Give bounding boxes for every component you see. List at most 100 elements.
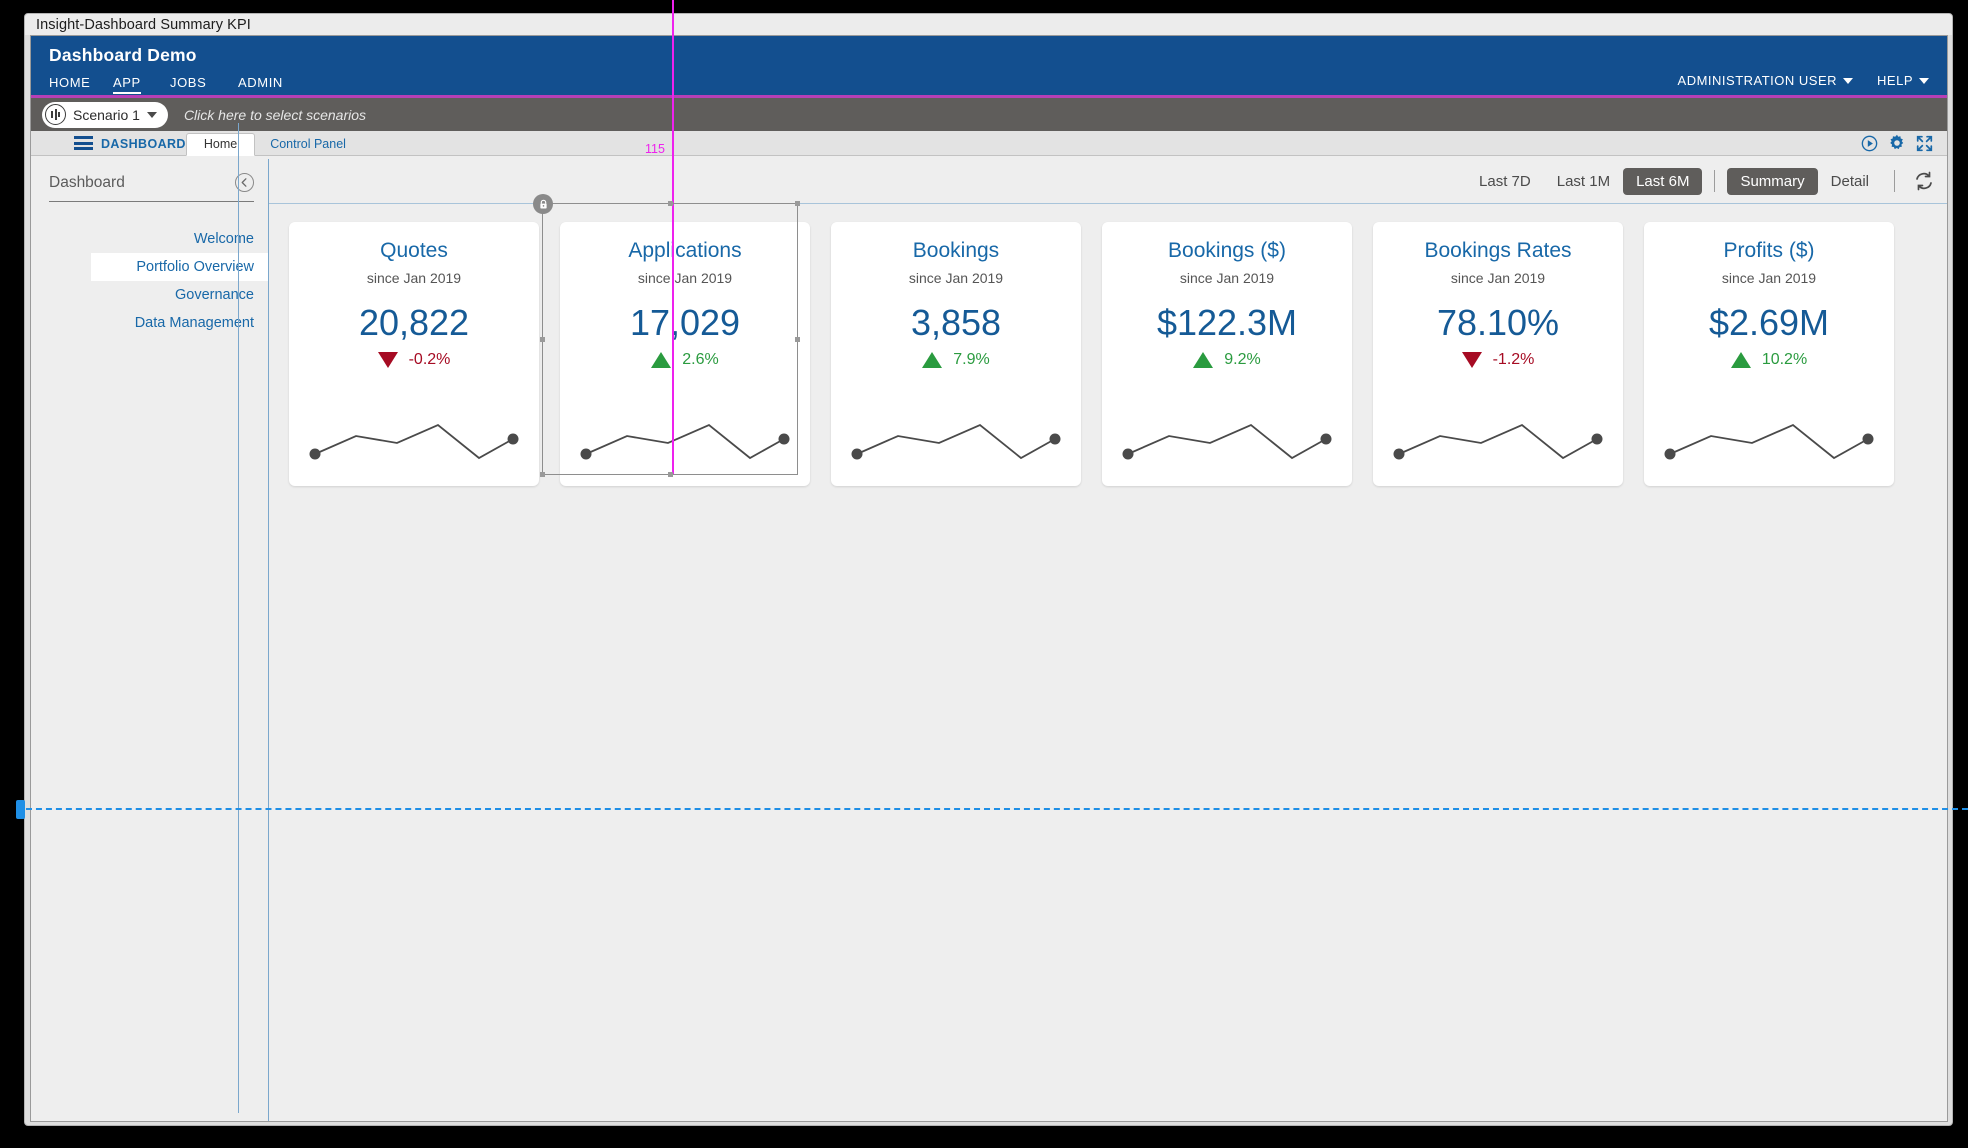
kpi-title: Quotes: [289, 239, 539, 262]
nav-item-jobs-label: JOBS: [170, 75, 206, 90]
window-titlebar: Insight-Dashboard Summary KPI: [25, 14, 1952, 35]
refresh-icon[interactable]: [1913, 170, 1935, 192]
kpi-card-bookings-rates[interactable]: Bookings Rates since Jan 2019 78.10% -1.…: [1373, 222, 1623, 486]
kpi-value: 17,029: [560, 304, 810, 342]
kpi-delta-value: 9.2%: [1224, 351, 1260, 369]
vertical-guide-label: 115: [645, 142, 665, 156]
nav-item-admin-label: ADMIN: [238, 75, 283, 90]
sparkline-chart: [1656, 406, 1882, 468]
kpi-card-row: Quotes since Jan 2019 20,822 -0.2%: [269, 204, 1948, 486]
nav-item-home[interactable]: HOME: [49, 73, 113, 98]
sparkline-chart: [1114, 406, 1340, 468]
kpi-title: Bookings: [831, 239, 1081, 262]
kpi-subtitle: since Jan 2019: [1644, 270, 1894, 286]
sidebar-title: Dashboard: [49, 174, 125, 192]
view-detail[interactable]: Detail: [1818, 168, 1882, 195]
sidebar-item-governance[interactable]: Governance: [31, 281, 268, 309]
range-last-7d[interactable]: Last 7D: [1466, 168, 1544, 195]
tab-home[interactable]: Home: [186, 133, 255, 156]
sidebar-item-portfolio-overview[interactable]: Portfolio Overview: [91, 253, 268, 281]
toolbar-divider: [1894, 170, 1895, 192]
gear-icon[interactable]: [1888, 134, 1906, 152]
nav-item-admin[interactable]: ADMIN: [238, 73, 308, 98]
chevron-down-icon: [1843, 78, 1853, 84]
scenario-hint-text[interactable]: Click here to select scenarios: [184, 107, 366, 123]
tabstrip-icon-group: [1861, 134, 1933, 152]
kpi-delta-value: 2.6%: [682, 351, 718, 369]
arrow-up-icon: [1193, 352, 1213, 368]
module-tabstrip: DASHBOARD Home Control Panel: [31, 131, 1947, 156]
fullscreen-icon[interactable]: [1916, 135, 1933, 152]
kpi-card-quotes[interactable]: Quotes since Jan 2019 20,822 -0.2%: [289, 222, 539, 486]
horizontal-dashed-guide: [16, 808, 1968, 810]
sparkline-chart: [843, 406, 1069, 468]
arrow-down-icon: [1462, 352, 1482, 368]
kpi-subtitle: since Jan 2019: [831, 270, 1081, 286]
scenario-name-label: Scenario 1: [73, 107, 140, 123]
nav-right-group: ADMINISTRATION USER HELP: [1678, 73, 1929, 88]
sidebar-item-list: Welcome Portfolio Overview Governance Da…: [31, 225, 268, 337]
kpi-card-bookings[interactable]: Bookings since Jan 2019 3,858 7.9%: [831, 222, 1081, 486]
toolbar-divider: [1714, 170, 1715, 192]
sparkline-chart: [1385, 406, 1611, 468]
kpi-delta: 7.9%: [831, 351, 1081, 369]
kpi-card-applications[interactable]: Applications since Jan 2019 17,029 2.6%: [560, 222, 810, 486]
chevron-down-icon: [1919, 78, 1929, 84]
kpi-card-profits[interactable]: Profits ($) since Jan 2019 $2.69M 10.2%: [1644, 222, 1894, 486]
kpi-subtitle: since Jan 2019: [1102, 270, 1352, 286]
nav-item-jobs[interactable]: JOBS: [170, 73, 238, 98]
kpi-value: $122.3M: [1102, 304, 1352, 342]
left-sidebar: Dashboard Welcome Portfolio Overview Gov…: [31, 159, 269, 1122]
help-menu-label: HELP: [1877, 73, 1913, 88]
range-last-6m[interactable]: Last 6M: [1623, 168, 1702, 195]
primary-nav: HOME APP JOBS ADMIN: [49, 73, 308, 98]
kpi-value: 78.10%: [1373, 304, 1623, 342]
kpi-value: 20,822: [289, 304, 539, 342]
kpi-delta-value: 10.2%: [1762, 351, 1807, 369]
kpi-delta: -1.2%: [1373, 351, 1623, 369]
body-region: Dashboard Welcome Portfolio Overview Gov…: [31, 159, 1948, 1122]
arrow-down-icon: [378, 352, 398, 368]
sidebar-item-data-management[interactable]: Data Management: [31, 309, 268, 337]
app-shell: Dashboard Demo HOME APP JOBS ADMIN ADMIN…: [30, 35, 1948, 1122]
scenario-selector[interactable]: Scenario 1: [42, 102, 168, 128]
module-label[interactable]: DASHBOARD: [101, 137, 186, 151]
dashboard-toolbar: Last 7D Last 1M Last 6M Summary Detail: [269, 159, 1948, 204]
kpi-card-bookings-dollars[interactable]: Bookings ($) since Jan 2019 $122.3M 9.2%: [1102, 222, 1352, 486]
help-menu[interactable]: HELP: [1877, 73, 1929, 88]
play-icon[interactable]: [1861, 135, 1878, 152]
view-summary[interactable]: Summary: [1727, 168, 1817, 195]
nav-item-app-label: APP: [113, 75, 141, 94]
application-window: Insight-Dashboard Summary KPI Dashboard …: [24, 13, 1953, 1126]
top-navbar: Dashboard Demo HOME APP JOBS ADMIN ADMIN…: [31, 36, 1947, 98]
sidebar-header: Dashboard: [31, 159, 268, 192]
sidebar-item-welcome[interactable]: Welcome: [31, 225, 268, 253]
kpi-delta-value: -0.2%: [409, 351, 451, 369]
nav-item-app[interactable]: APP: [113, 73, 170, 98]
kpi-delta: 9.2%: [1102, 351, 1352, 369]
kpi-value: 3,858: [831, 304, 1081, 342]
chevron-down-icon: [147, 112, 157, 118]
scenario-bar: Scenario 1 Click here to select scenario…: [31, 98, 1947, 131]
horizontal-guide-handle[interactable]: [16, 800, 25, 819]
kpi-subtitle: since Jan 2019: [289, 270, 539, 286]
arrow-up-icon: [922, 352, 942, 368]
tab-control-panel[interactable]: Control Panel: [255, 134, 361, 155]
vertical-magenta-guide: [672, 0, 674, 475]
arrow-up-icon: [1731, 352, 1751, 368]
kpi-title: Bookings Rates: [1373, 239, 1623, 262]
sidebar-divider: [49, 201, 254, 202]
vertical-panel-guide: [238, 123, 239, 1113]
bar-chart-circle-icon: [45, 104, 66, 125]
range-last-1m[interactable]: Last 1M: [1544, 168, 1623, 195]
user-menu[interactable]: ADMINISTRATION USER: [1678, 73, 1854, 88]
sparkline-chart: [301, 406, 527, 468]
kpi-subtitle: since Jan 2019: [1373, 270, 1623, 286]
hamburger-menu-icon[interactable]: [74, 136, 93, 150]
arrow-up-icon: [651, 352, 671, 368]
content-region: Last 7D Last 1M Last 6M Summary Detail: [269, 159, 1948, 1122]
window-title: Insight-Dashboard Summary KPI: [36, 17, 251, 33]
user-menu-label: ADMINISTRATION USER: [1678, 73, 1838, 88]
kpi-title: Bookings ($): [1102, 239, 1352, 262]
sparkline-chart: [572, 406, 798, 468]
